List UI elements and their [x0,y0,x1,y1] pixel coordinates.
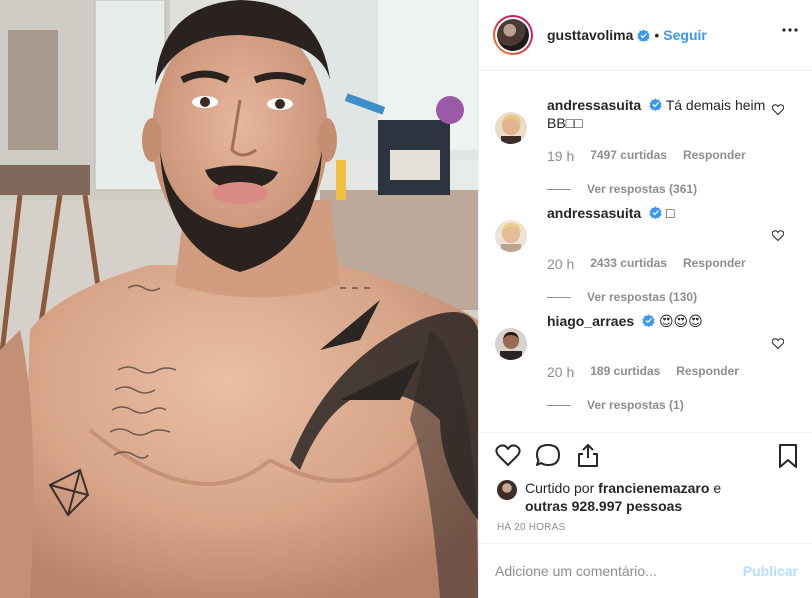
like-comment-heart-icon[interactable] [772,104,784,115]
post-actions: Curtido por francienemazaro e outras 928… [479,432,812,542]
comments-list[interactable]: andressasuita Tá demais heim BB□□ 19 h 7… [479,72,812,432]
comment-bubble-icon[interactable] [535,443,561,467]
comment-time: 20 h [547,256,575,272]
post-photo[interactable] [0,0,478,598]
follow-button[interactable]: Seguir [663,27,707,43]
post-timestamp[interactable]: HÁ 20 HORAS [497,522,565,533]
liked-by-summary: Curtido por francienemazaro e outras 928… [497,479,721,515]
verified-badge-icon [649,206,662,219]
commenter-avatar[interactable] [495,220,527,252]
reply-button[interactable]: Responder [683,148,746,164]
comment-item: andressasuita □ 20 h 2433 curtidas Respo… [495,192,798,304]
liked-by-and: e [713,480,722,496]
verified-badge-icon [637,28,651,42]
like-heart-icon[interactable] [495,443,521,467]
commenter-avatar[interactable] [495,328,527,360]
comment-likes-count[interactable]: 2433 curtidas [590,256,667,272]
comment-username[interactable]: hiago_arraes [547,313,634,329]
add-comment-bar: Publicar [479,543,812,598]
author-avatar[interactable] [493,15,533,55]
post-header: gusttavolima • Seguir [479,0,812,71]
more-options-icon[interactable] [782,28,798,32]
comment-input[interactable] [495,563,743,579]
reply-button[interactable]: Responder [683,256,746,272]
comment-likes-count[interactable]: 7497 curtidas [590,148,667,164]
comment-item: andressasuita Tá demais heim BB□□ 19 h 7… [495,84,798,196]
liked-by-prefix: Curtido por [525,480,595,496]
comment-time: 19 h [547,148,575,164]
others-likes-link[interactable]: outras 928.997 pessoas [525,498,682,514]
comment-username[interactable]: andressasuita [547,205,641,221]
view-replies-label: Ver respostas (1) [587,398,684,412]
replies-divider-line [547,404,571,406]
reply-button[interactable]: Responder [676,364,739,380]
share-icon[interactable] [575,443,601,467]
separator-dot: • [654,27,660,43]
like-comment-heart-icon[interactable] [772,338,784,349]
like-comment-heart-icon[interactable] [772,230,784,241]
publish-button[interactable]: Publicar [743,563,798,579]
comment-username[interactable]: andressasuita [547,97,641,113]
comment-item: hiago_arraes 😍😍😍 20 h 189 curtidas Respo… [495,300,798,412]
bookmark-icon[interactable] [778,444,798,469]
comment-likes-count[interactable]: 189 curtidas [590,364,660,380]
verified-badge-icon [642,314,655,327]
verified-badge-icon [649,98,662,111]
comment-time: 20 h [547,364,575,380]
replies-divider-line [547,296,571,298]
liker-avatar[interactable] [497,480,517,500]
replies-divider-line [547,188,571,190]
post-side-panel: gusttavolima • Seguir andressasuita Tá d… [478,0,812,598]
view-replies-toggle[interactable]: Ver respostas (1) [547,398,684,412]
commenter-avatar[interactable] [495,112,527,144]
comment-text: □ [665,205,675,221]
author-username[interactable]: gusttavolima [547,27,633,43]
selfie-image [0,0,478,598]
liker-username[interactable]: francienemazaro [598,480,709,496]
comment-text: 😍😍😍 [658,313,703,329]
